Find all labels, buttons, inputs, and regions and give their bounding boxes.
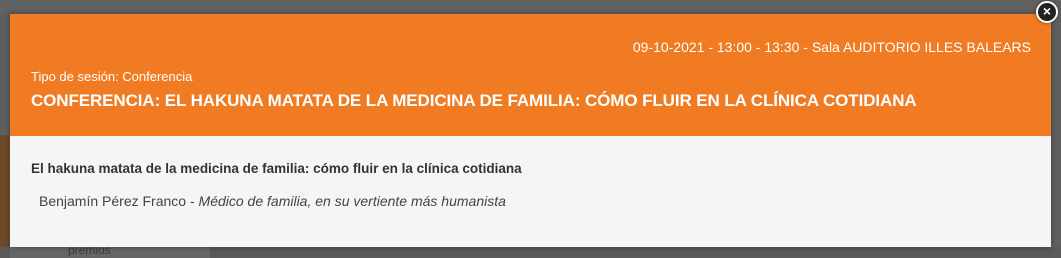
modal-body: El hakuna matata de la medicina de famil… (10, 136, 1051, 247)
talk-title: El hakuna matata de la medicina de famil… (31, 161, 522, 176)
session-title: CONFERENCIA: EL HAKUNA MATATA DE LA MEDI… (31, 91, 917, 110)
session-type: Tipo de sesión: Conferencia (31, 69, 193, 84)
speaker-role: Médico de familia, en su vertiente más h… (198, 193, 506, 209)
modal-header: 09-10-2021 - 13:00 - 13:30 - Sala AUDITO… (10, 14, 1051, 136)
speaker-name: Benjamín Pérez Franco (39, 193, 187, 209)
backdrop-left-panel (0, 135, 10, 258)
backdrop-top (0, 0, 1061, 14)
session-datetime-room: 09-10-2021 - 13:00 - 13:30 - Sala AUDITO… (632, 39, 1031, 55)
close-button[interactable]: × (1036, 1, 1058, 23)
close-icon: × (1042, 3, 1052, 19)
speaker-separator: - (186, 193, 199, 209)
speaker-line: Benjamín Pérez Franco - Médico de famili… (39, 193, 506, 209)
session-modal: 09-10-2021 - 13:00 - 13:30 - Sala AUDITO… (10, 14, 1051, 247)
